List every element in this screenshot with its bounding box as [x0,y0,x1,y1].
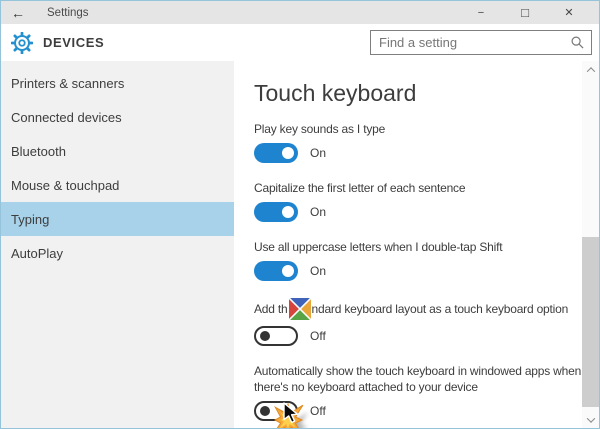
setting-label-key-sounds: Play key sounds as I type [254,121,582,137]
toggle-auto-show-keyboard[interactable] [254,401,298,421]
search-box[interactable] [370,30,592,55]
setting-label-standard-layout: Add th ndard keyboard layout as a touch … [254,298,582,320]
setting-label-capitalize: Capitalize the first letter of each sent… [254,180,582,196]
setting-label-uppercase: Use all uppercase letters when I double-… [254,239,582,255]
toggle-state-label: On [310,264,326,278]
sidebar-item-autoplay[interactable]: AutoPlay [1,236,234,270]
settings-window: ← Settings − □ ✕ DEVICES [0,0,600,429]
sidebar: Printers & scanners Connected devices Bl… [1,61,234,428]
toggle-key-sounds[interactable] [254,143,298,163]
setting-row: On [254,202,582,222]
window-title: Settings [47,7,89,19]
setting-row: On [254,261,582,281]
window-controls: − □ ✕ [459,5,591,20]
titlebar: ← Settings − □ ✕ [1,1,599,24]
toggle-knob [282,147,294,159]
sidebar-item-bluetooth[interactable]: Bluetooth [1,134,234,168]
toggle-state-label: On [310,146,326,160]
toggle-state-label: On [310,205,326,219]
scrollbar-thumb[interactable] [582,237,599,407]
scrollbar-down-icon[interactable] [582,411,599,428]
scrollbar-up-icon[interactable] [582,61,599,78]
toggle-knob [282,265,294,277]
minimize-icon[interactable]: − [459,7,503,19]
close-icon[interactable]: ✕ [547,6,591,19]
window-body: Printers & scanners Connected devices Bl… [1,61,599,428]
toggle-knob [260,406,270,416]
maximize-icon[interactable]: □ [503,5,547,20]
setting-label-auto-show-line2: there's no keyboard attached to your dev… [254,379,582,395]
sidebar-item-mouse-touchpad[interactable]: Mouse & touchpad [1,168,234,202]
toggle-knob [282,206,294,218]
sidebar-item-connected-devices[interactable]: Connected devices [1,100,234,134]
search-input[interactable] [379,35,571,50]
sidebar-item-printers-scanners[interactable]: Printers & scanners [1,66,234,100]
toggle-uppercase[interactable] [254,261,298,281]
setting-row: On [254,143,582,163]
sidebar-item-typing[interactable]: Typing [1,202,234,236]
search-icon [571,36,584,49]
label-prefix: Add th [254,302,288,316]
setting-label-auto-show-line1: Automatically show the touch keyboard in… [254,363,582,379]
label-suffix: ndard keyboard layout as a touch keyboar… [312,302,569,316]
page-title: Touch keyboard [254,79,582,107]
broken-image-icon [289,298,311,320]
setting-row: Off [254,401,582,421]
toggle-state-label: Off [310,329,326,343]
scrollbar[interactable] [582,61,599,428]
page-header: DEVICES [1,24,599,61]
toggle-capitalize[interactable] [254,202,298,222]
toggle-standard-layout[interactable] [254,326,298,346]
toggle-knob [260,331,270,341]
back-arrow-icon[interactable]: ← [11,5,33,21]
gear-icon [11,32,33,54]
main-content: Touch keyboard Play key sounds as I type… [234,61,582,428]
toggle-state-label: Off [310,404,326,418]
section-title: DEVICES [43,35,104,50]
setting-row: Off [254,326,582,346]
